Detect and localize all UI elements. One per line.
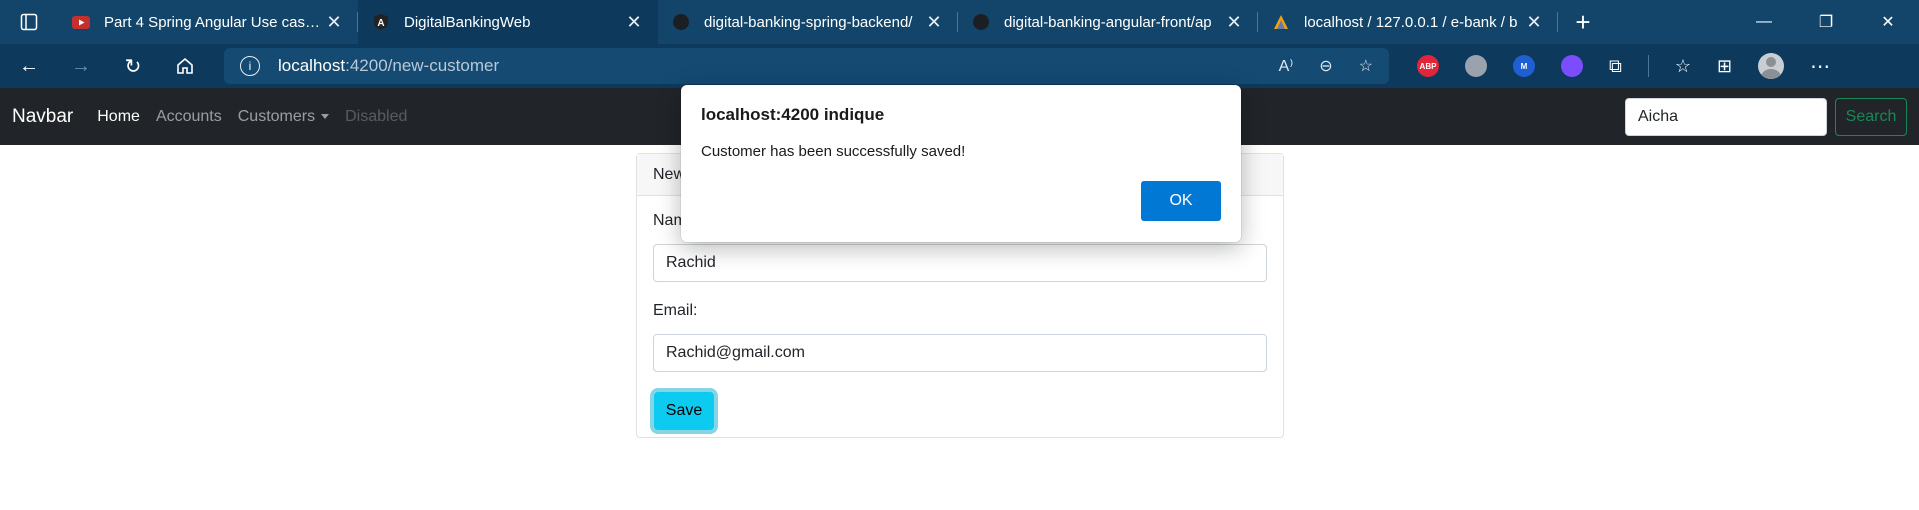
malwarebytes-icon[interactable]: M [1513,55,1535,77]
nav-dropdown-customers[interactable]: Customers [237,107,330,126]
browser-tab[interactable]: localhost / 127.0.0.1 / e-bank / b ✕ [1258,0,1558,44]
url-input[interactable]: i localhost:4200/new-customer A⁾ ⊖ ☆ [224,48,1389,84]
zoom-out-icon[interactable]: ⊖ [1319,56,1332,76]
save-button[interactable]: Save [654,392,714,430]
dialog-message: Customer has been successfully saved! [701,143,966,160]
search-button[interactable]: Search [1835,98,1907,136]
home-button[interactable] [162,44,208,88]
browser-tab[interactable]: digital-banking-spring-backend/ ✕ [658,0,958,44]
github-icon [672,13,690,31]
tab-title: Part 4 Spring Angular Use case D [104,13,324,31]
nav-dropdown-label: Customers [237,107,316,125]
nav-link-disabled: Disabled [345,107,408,125]
tab-title: digital-banking-spring-backend/ [704,13,913,31]
chat-extension-icon[interactable] [1561,55,1583,77]
phpmyadmin-icon [1272,13,1290,31]
url-host: localhost [278,56,346,75]
navbar-brand[interactable]: Navbar [12,106,73,128]
tab-title: localhost / 127.0.0.1 / e-bank / b [1304,13,1518,31]
browser-tab[interactable]: Part 4 Spring Angular Use case D ✕ [58,0,358,44]
email-label: Email: [653,302,698,319]
close-tab-icon[interactable]: ✕ [1224,12,1244,33]
angular-icon: A [372,13,390,31]
omnibox-actions: A⁾ ⊖ ☆ [1279,56,1373,76]
tab-title: DigitalBankingWeb [404,13,531,31]
restore-icon[interactable]: ❐ [1795,0,1857,44]
close-window-icon[interactable]: ✕ [1857,0,1919,44]
adblock-plus-icon[interactable]: ABP [1417,55,1439,77]
search-input[interactable] [1625,98,1827,136]
toolbar-separator [1647,55,1649,77]
window-controls: — ❐ ✕ [1733,0,1919,44]
extensions-puzzle-icon[interactable]: ⧉ [1609,56,1622,77]
close-tab-icon[interactable]: ✕ [324,12,344,33]
browser-tab-bar: Part 4 Spring Angular Use case D ✕ A Dig… [0,0,1919,44]
alert-dialog: localhost:4200 indique Customer has been… [681,85,1241,242]
refresh-icon: ↻ [124,55,142,78]
plus-icon: + [1575,6,1591,37]
back-button[interactable]: ← [6,44,52,88]
forward-arrow-icon: → [71,54,91,77]
add-favorite-icon[interactable]: ☆ [1359,56,1373,76]
close-tab-icon[interactable]: ✕ [924,12,944,33]
back-arrow-icon: ← [19,54,39,77]
close-tab-icon[interactable]: ✕ [1524,12,1544,33]
extension-bug-icon[interactable] [1465,55,1487,77]
forward-button[interactable]: → [58,44,104,88]
dialog-title: localhost:4200 indique [701,105,885,124]
collections-icon[interactable]: ⊞ [1717,56,1732,77]
github-icon [972,13,990,31]
nav-link-home[interactable]: Home [97,108,140,126]
browser-tab[interactable]: digital-banking-angular-front/ap ✕ [958,0,1258,44]
site-info-icon[interactable]: i [240,56,260,76]
home-icon [177,57,193,74]
minimize-icon[interactable]: — [1733,0,1795,44]
email-field[interactable] [653,334,1267,372]
extensions-bar: ABP M ⧉ ☆ ⊞ ⋯ [1417,53,1830,79]
address-bar-row: ← → ↻ i localhost:4200/new-customer A⁾ ⊖… [0,44,1919,88]
more-options-icon[interactable]: ⋯ [1810,54,1830,79]
svg-text:A: A [377,18,384,29]
name-field[interactable] [653,244,1267,282]
read-aloud-icon[interactable]: A⁾ [1279,56,1294,76]
refresh-button[interactable]: ↻ [110,44,156,88]
browser-tab-active[interactable]: A DigitalBankingWeb ✕ [358,0,658,44]
nav-link-accounts[interactable]: Accounts [156,108,222,126]
tab-actions-button[interactable] [0,0,58,44]
tab-title: digital-banking-angular-front/ap [1004,13,1212,31]
close-tab-icon[interactable]: ✕ [624,12,644,33]
ok-button[interactable]: OK [1141,181,1221,221]
new-tab-button[interactable]: + [1558,0,1608,44]
url-path: :4200/new-customer [345,56,500,75]
youtube-icon [72,13,90,31]
caret-down-icon [321,113,330,119]
tab-actions-icon [20,13,38,31]
navbar-search-form: Search [1625,98,1907,136]
profile-avatar[interactable] [1758,53,1785,79]
favorites-icon[interactable]: ☆ [1675,56,1691,77]
